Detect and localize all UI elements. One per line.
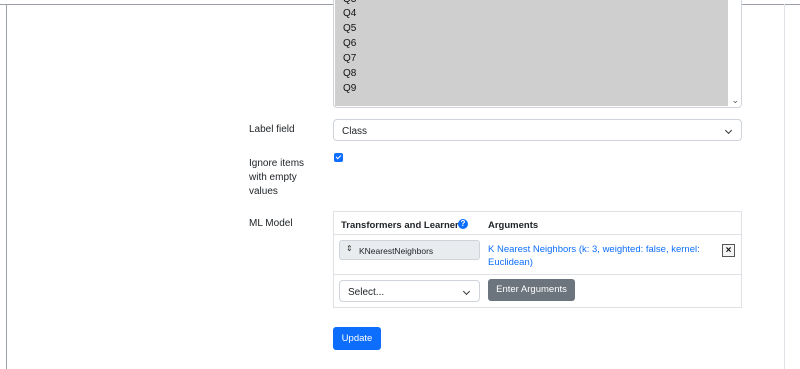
label-field-value: Class: [342, 126, 368, 137]
option-q3[interactable]: Q3: [343, 0, 356, 6]
chevron-down-icon: [724, 126, 733, 135]
frame-left-border: [6, 4, 7, 369]
option-q4[interactable]: Q4: [343, 8, 356, 20]
row-divider: [334, 274, 741, 275]
option-q6[interactable]: Q6: [343, 38, 356, 50]
ignore-items-label-line2: with empty: [249, 172, 297, 183]
option-q5[interactable]: Q5: [343, 23, 356, 35]
ml-model-label: ML Model: [249, 218, 293, 229]
ignore-items-label-line3: values: [249, 186, 278, 197]
scroll-down-arrow-icon[interactable]: ⌄: [731, 95, 739, 106]
transformers-header: Transformers and Learner: [341, 220, 459, 231]
arguments-link[interactable]: K Nearest Neighbors (k: 3, weighted: fal…: [488, 243, 713, 269]
sort-handle-icon[interactable]: ⇕: [346, 244, 353, 253]
remove-row-button[interactable]: ×: [722, 244, 735, 257]
option-q8[interactable]: Q8: [343, 68, 356, 80]
transformer-row-field[interactable]: ⇕ KNearestNeighbors: [339, 240, 480, 260]
chevron-down-icon: [462, 287, 471, 296]
arguments-header: Arguments: [488, 220, 539, 231]
new-transformer-select[interactable]: Select...: [339, 280, 480, 302]
label-field-select[interactable]: Class: [333, 119, 742, 141]
enter-arguments-button[interactable]: Enter Arguments: [488, 279, 575, 301]
update-button[interactable]: Update: [333, 327, 381, 350]
ignore-items-label-line1: Ignore items: [249, 158, 305, 169]
listbox-scrollbar[interactable]: ⌄: [728, 0, 741, 106]
ignore-items-checkbox[interactable]: [334, 153, 343, 162]
selected-options-area: Q3 Q4 Q5 Q6 Q7 Q8 Q9: [335, 0, 728, 106]
header-divider: [334, 234, 741, 235]
option-q7[interactable]: Q7: [343, 53, 356, 65]
ml-model-table: Transformers and Learner ? Arguments ⇕ K…: [333, 211, 742, 308]
help-icon[interactable]: ?: [458, 219, 468, 229]
arguments-line1: K Nearest Neighbors (k: 3, weighted: fal…: [488, 244, 700, 255]
arguments-line2: Euclidean): [488, 257, 533, 268]
frame-right-border: [784, 4, 785, 369]
option-q9[interactable]: Q9: [343, 83, 356, 95]
question-multiselect[interactable]: Q3 Q4 Q5 Q6 Q7 Q8 Q9 ⌄: [333, 0, 742, 108]
label-field-label: Label field: [249, 124, 295, 135]
transformer-name: KNearestNeighbors: [359, 246, 434, 256]
new-transformer-value: Select...: [348, 287, 385, 298]
